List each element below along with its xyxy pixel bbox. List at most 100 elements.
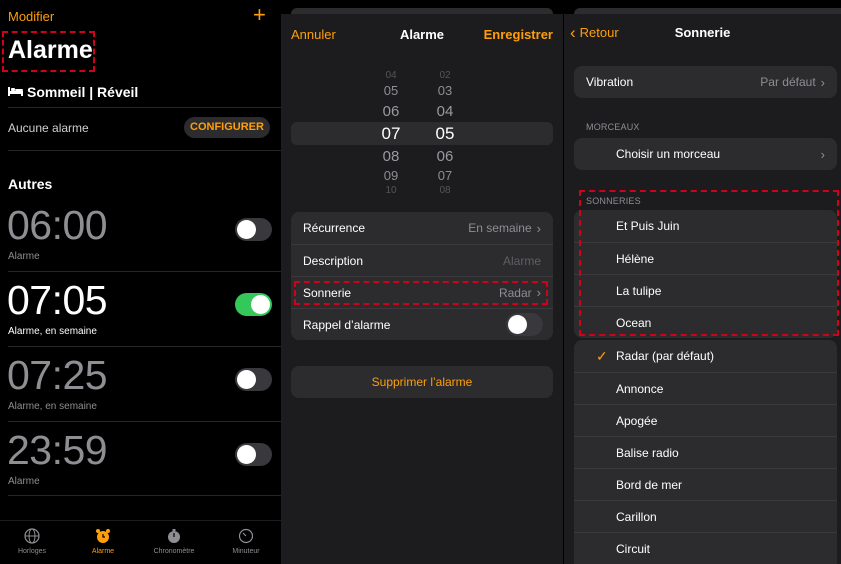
alarm-toggle[interactable]	[235, 218, 272, 241]
wheel-value: 07	[437, 168, 453, 183]
tab-alarme[interactable]: Alarme	[68, 528, 138, 555]
tones-group: ✓ Radar (par défaut) Annonce Apogée Bali…	[574, 340, 837, 564]
vibration-group: Vibration Par défaut ›	[574, 66, 837, 98]
alarm-time: 23:59	[7, 427, 108, 473]
wheel-value: 04	[385, 70, 397, 81]
bed-icon	[8, 85, 23, 99]
others-title: Autres	[8, 176, 53, 192]
vibration-label: Vibration	[586, 75, 634, 89]
alarm-time: 07:25	[7, 352, 108, 398]
divider	[8, 107, 281, 108]
wheel-value: 09	[383, 168, 399, 183]
divider	[8, 271, 281, 272]
tone-row[interactable]: Circuit	[574, 532, 837, 564]
tone-label: Apogée	[616, 413, 658, 428]
tone-row[interactable]: Balise radio	[574, 436, 837, 468]
wheel-selected-minute: 05	[435, 124, 455, 143]
timer-icon	[238, 528, 254, 544]
tone-label: Radar (par défaut)	[616, 349, 715, 363]
repeat-row[interactable]: Récurrence En semaine ›	[291, 212, 553, 244]
wheel-value: 10	[385, 185, 397, 196]
globe-icon	[24, 528, 40, 544]
repeat-value: En semaine	[468, 221, 532, 235]
divider	[8, 421, 281, 422]
sheet-edge	[564, 0, 841, 14]
tab-label: Alarme	[91, 548, 115, 555]
tone-row[interactable]: Apogée	[574, 404, 837, 436]
tone-label: Carillon	[616, 509, 657, 524]
sound-row-highlight	[294, 281, 548, 305]
alarm-label: Alarme	[8, 251, 40, 262]
description-field[interactable]: Alarme	[503, 254, 541, 268]
tab-label: Minuteur	[232, 548, 260, 555]
songs-group: Choisir un morceau ›	[574, 138, 837, 170]
tone-label: Bord de mer	[616, 477, 683, 492]
repeat-label: Récurrence	[303, 221, 366, 235]
chevron-right-icon: ›	[820, 146, 825, 162]
wheel-value: 03	[437, 83, 453, 98]
wheel-selected-hour: 07	[381, 124, 401, 143]
toggle-knob	[251, 295, 270, 314]
add-alarm-button[interactable]: +	[253, 4, 266, 26]
tab-label: Horloges	[17, 548, 46, 555]
alarm-time: 07:05	[7, 277, 108, 323]
alarm-list-screen: Modifier + Alarme Sommeil | Réveil Aucun…	[0, 0, 281, 564]
alarm-time: 06:00	[7, 202, 108, 248]
alarm-toggle[interactable]	[235, 443, 272, 466]
edit-button[interactable]: Modifier	[8, 9, 54, 24]
delete-alarm-button[interactable]: Supprimer l’alarme	[291, 366, 553, 398]
stopwatch-icon	[166, 528, 182, 544]
tab-label: Chronomètre	[153, 548, 195, 555]
save-button[interactable]: Enregistrer	[484, 27, 553, 42]
description-label: Description	[303, 253, 364, 268]
snooze-label: Rappel d’alarme	[303, 317, 391, 332]
alarm-label: Alarme	[8, 476, 40, 487]
toggle-knob	[237, 445, 256, 464]
snooze-row: Rappel d’alarme	[291, 308, 553, 340]
sheet-edge	[281, 0, 563, 14]
wheel-value: 08	[439, 185, 451, 196]
custom-tones-highlight	[579, 190, 839, 336]
description-row[interactable]: Description Alarme	[291, 244, 553, 276]
sheet-edge-inner	[291, 8, 553, 14]
alarm-label: Alarme, en semaine	[8, 326, 97, 337]
toggle-knob	[237, 370, 256, 389]
snooze-toggle[interactable]	[506, 313, 543, 336]
alarm-toggle[interactable]	[235, 368, 272, 391]
sleep-title: Sommeil | Réveil	[27, 84, 139, 100]
choose-song-row[interactable]: Choisir un morceau ›	[574, 138, 837, 170]
tone-row-selected[interactable]: ✓ Radar (par défaut)	[574, 340, 837, 372]
tab-chronometre[interactable]: Chronomètre	[139, 528, 209, 555]
tone-row[interactable]: Carillon	[574, 500, 837, 532]
tone-label: Balise radio	[616, 445, 679, 460]
alarm-settings-group: Récurrence En semaine › Description Alarm…	[291, 212, 553, 340]
choose-song-label: Choisir un morceau	[616, 147, 721, 161]
divider	[8, 150, 281, 151]
chevron-right-icon: ›	[536, 220, 541, 236]
page-title: Alarme	[8, 36, 93, 64]
wheel-value: 02	[439, 70, 451, 81]
tab-horloges[interactable]: Horloges	[0, 528, 67, 555]
tab-bar: Horloges Alarme Chronomètre Minuteur	[0, 520, 281, 564]
divider	[8, 346, 281, 347]
checkmark-icon: ✓	[596, 347, 608, 364]
tab-minuteur[interactable]: Minuteur	[211, 528, 281, 555]
toggle-knob	[237, 220, 256, 239]
picker-selection-band	[291, 122, 553, 145]
alarm-label: Alarme, en semaine	[8, 401, 97, 412]
tone-label: Annonce	[616, 381, 664, 396]
tone-label: Circuit	[616, 541, 651, 556]
wheel-value: 05	[383, 83, 399, 98]
alarm-clock-icon	[95, 528, 111, 544]
wheel-value: 08	[382, 148, 400, 165]
tone-row[interactable]: Bord de mer	[574, 468, 837, 500]
sound-title: Sonnerie	[674, 25, 731, 40]
tone-row[interactable]: Annonce	[574, 372, 837, 404]
songs-section-title: MORCEAUX	[586, 122, 640, 132]
alarm-toggle[interactable]	[235, 293, 272, 316]
vibration-value: Par défaut	[760, 75, 816, 89]
vibration-row[interactable]: Vibration Par défaut ›	[574, 66, 837, 98]
configure-button[interactable]: CONFIGURER	[184, 117, 270, 138]
sleep-section-title: Sommeil | Réveil	[8, 84, 138, 100]
wheel-value: 06	[382, 103, 400, 120]
